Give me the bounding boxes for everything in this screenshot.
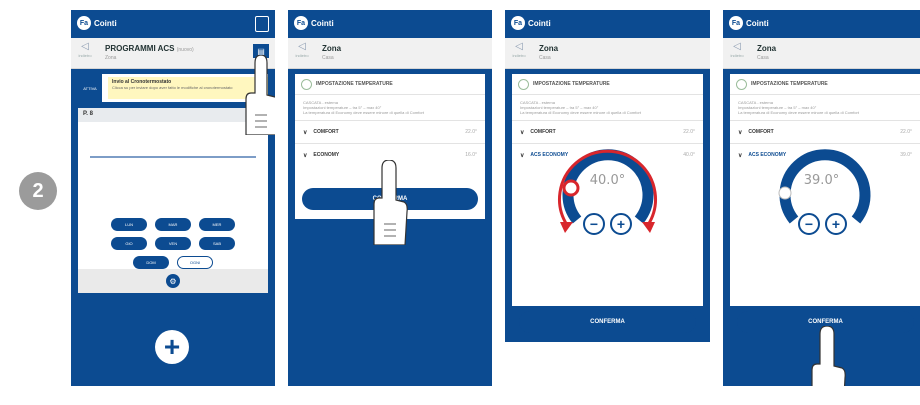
section-description: CASCATA - esterna Impostazioni temperatu… [303, 100, 424, 115]
program-panel: P. 8 LUN MAR MER GIO VEN SAB DOM OGNI ⚙ [78, 108, 268, 293]
decrease-button[interactable]: − [798, 213, 820, 235]
back-button[interactable]: ◁ indietro [292, 41, 312, 58]
app-topbar: Fa Cointi [505, 10, 710, 38]
phone-screen-dial-adjust: Fa Cointi ◁ indietro Zona Casa IMPOSTAZI… [505, 10, 710, 342]
step-number-badge: 2 [19, 172, 57, 210]
temperature-dial[interactable]: 39.0° − + [723, 125, 920, 245]
page-title: Zona [757, 44, 777, 53]
section-title: IMPOSTAZIONE TEMPERATURE [316, 81, 393, 87]
back-arrow-icon: ◁ [515, 41, 523, 52]
section-description: CASCATA - esterna Impostazioni temperatu… [520, 100, 641, 115]
brand-logo: Fa Cointi [729, 16, 769, 30]
chevron-down-icon: ∨ [303, 152, 308, 159]
day-button-mer[interactable]: MER [199, 218, 235, 231]
days-selector: LUN MAR MER GIO VEN SAB DOM OGNI [78, 218, 268, 269]
app-topbar: Fa Cointi [71, 10, 275, 38]
settings-gear-icon[interactable]: ⚙ [166, 274, 180, 288]
brand-logo: Fa Cointi [77, 16, 117, 30]
logo-icon: Fa [77, 16, 91, 30]
page-header: ◁ indietro Zona Casa [723, 38, 920, 69]
section-title: IMPOSTAZIONE TEMPERATURE [751, 81, 828, 87]
day-button-ven[interactable]: VEN [155, 237, 191, 250]
increase-button[interactable]: + [825, 213, 847, 235]
day-button-sab[interactable]: SAB [199, 237, 235, 250]
page-subtitle: Zona [105, 55, 117, 61]
back-button[interactable]: ◁ indietro [727, 41, 747, 58]
logo-icon: Fa [729, 16, 743, 30]
page-subtitle: Casa [322, 55, 334, 61]
dial-value: 40.0° [589, 173, 626, 188]
notice-status: ATTIVA [78, 74, 102, 102]
increase-button[interactable]: + [610, 213, 632, 235]
day-button-gio[interactable]: GIO [111, 237, 147, 250]
section-title: IMPOSTAZIONE TEMPERATURE [533, 81, 610, 87]
brand-logo: Fa Cointi [294, 16, 334, 30]
phone-screen-programs: Fa Cointi ◁ indietro PROGRAMMI ACS (nuov… [71, 10, 275, 386]
page-subtitle: Casa [539, 55, 551, 61]
decrease-button[interactable]: − [583, 213, 605, 235]
program-label: P. 8 [78, 108, 268, 122]
section-description: CASCATA - esterna Impostazioni temperatu… [738, 100, 859, 115]
phone-screen-dial-confirm: Fa Cointi ◁ indietro Zona Casa IMPOSTAZI… [723, 10, 920, 386]
dial-handle[interactable] [778, 186, 792, 200]
day-button-ogni[interactable]: OGNI [177, 256, 213, 269]
page-title: Zona [539, 44, 559, 53]
check-circle-icon [518, 78, 529, 90]
back-button[interactable]: ◁ indietro [75, 41, 95, 58]
tap-hand-icon [245, 55, 275, 135]
check-circle-icon [301, 78, 312, 90]
logo-icon: Fa [294, 16, 308, 30]
tap-hand-icon [811, 326, 846, 386]
app-topbar: Fa Cointi [288, 10, 492, 38]
arrow-right-head-icon [642, 222, 655, 233]
page-header: ◁ indietro Zona Casa [505, 38, 710, 69]
day-button-dom[interactable]: DOM [133, 256, 169, 269]
back-arrow-icon: ◁ [81, 41, 89, 52]
dial-value: 39.0° [803, 173, 840, 188]
menu-icon[interactable] [255, 16, 269, 32]
back-arrow-icon: ◁ [733, 41, 741, 52]
comfort-row[interactable]: ∨ COMFORT 22.0° [295, 120, 485, 143]
add-program-button[interactable]: + [155, 330, 189, 364]
back-button[interactable]: ◁ indietro [509, 41, 529, 58]
confirm-button[interactable]: CONFERMA [519, 311, 696, 333]
tap-hand-icon [373, 160, 408, 245]
send-notice: ATTIVA Invio al Cronotermostato Clicca s… [78, 74, 268, 102]
day-button-mar[interactable]: MAR [155, 218, 191, 231]
day-button-lun[interactable]: LUN [111, 218, 147, 231]
page-title: Zona [322, 44, 342, 53]
temperature-dial[interactable]: 40.0° − + [505, 125, 710, 245]
check-circle-icon [736, 78, 747, 90]
logo-icon: Fa [511, 16, 525, 30]
page-header: ◁ indietro Zona Casa [288, 38, 492, 69]
program-timeline [90, 156, 256, 158]
page-title: PROGRAMMI ACS (nuovo) [105, 44, 194, 53]
chevron-down-icon: ∨ [303, 129, 308, 136]
brand-logo: Fa Cointi [511, 16, 551, 30]
back-arrow-icon: ◁ [298, 41, 306, 52]
phone-screen-temperature: Fa Cointi ◁ indietro Zona Casa IMPOSTAZI… [288, 10, 492, 386]
arrow-left-head-icon [560, 222, 573, 233]
app-topbar: Fa Cointi [723, 10, 920, 38]
page-subtitle: Casa [757, 55, 769, 61]
